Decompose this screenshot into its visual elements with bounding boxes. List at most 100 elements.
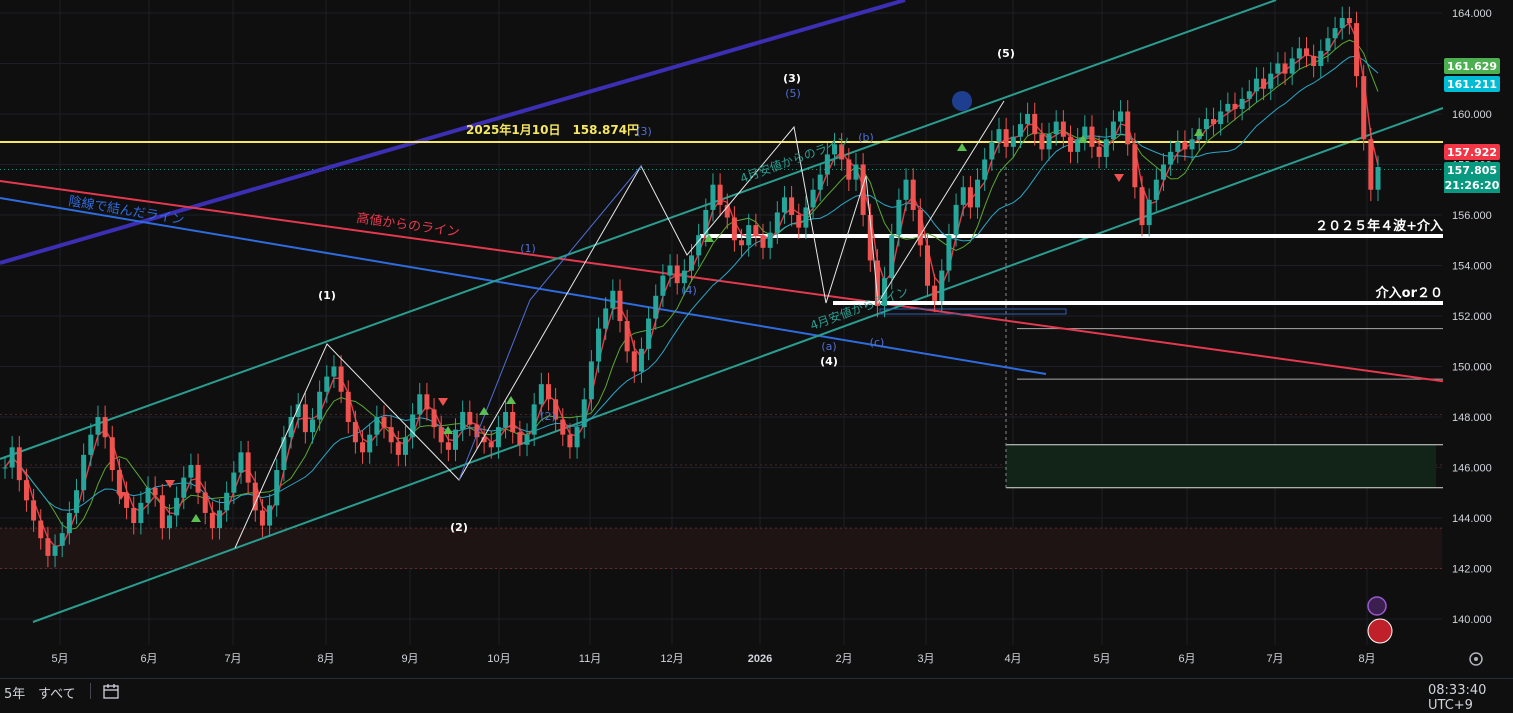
candle-body bbox=[1025, 114, 1031, 125]
candle-body bbox=[538, 384, 544, 405]
small-blue-box bbox=[879, 308, 1067, 315]
candle-body bbox=[581, 399, 587, 428]
candle-body bbox=[646, 318, 652, 349]
candle-body bbox=[1032, 114, 1038, 135]
candle-body bbox=[360, 442, 366, 453]
candle-body bbox=[395, 442, 401, 455]
candle-body bbox=[1125, 111, 1131, 145]
candle-body bbox=[181, 477, 187, 498]
candle-body bbox=[224, 492, 230, 511]
candle-body bbox=[331, 366, 337, 377]
time-axis-tick: 11月 bbox=[579, 653, 601, 665]
candle-body bbox=[896, 199, 902, 236]
us-flag-event-icon[interactable] bbox=[1367, 618, 1393, 644]
candle-body bbox=[1368, 139, 1374, 190]
candle-body bbox=[996, 129, 1002, 142]
candle-body bbox=[617, 290, 623, 322]
price-axis-tick: 164.000 bbox=[1452, 8, 1492, 20]
candle-body bbox=[424, 394, 430, 410]
candle-body bbox=[1017, 124, 1023, 137]
price-axis-panel bbox=[1443, 0, 1513, 678]
target-zone bbox=[1006, 444, 1436, 488]
time-axis-tick: 8月 bbox=[1358, 653, 1375, 665]
candle-body bbox=[95, 417, 101, 435]
white-line-2-label: 介入or２０ bbox=[1375, 285, 1443, 301]
wave-label-blue: (3) bbox=[636, 125, 652, 138]
wave-label-white: (3) bbox=[783, 72, 801, 85]
price-axis-tick: 148.000 bbox=[1452, 412, 1492, 424]
candle-body bbox=[1275, 63, 1281, 74]
lightning-event-icon[interactable] bbox=[1367, 596, 1387, 616]
candle-body bbox=[1225, 103, 1231, 112]
price-label-text: 161.211 bbox=[1447, 78, 1497, 91]
candle-body bbox=[531, 404, 537, 435]
white-line-1-label: ２０２５年４波+介入 bbox=[1315, 218, 1443, 234]
candle-body bbox=[445, 442, 451, 450]
time-axis-tick: 5月 bbox=[1093, 653, 1110, 665]
candle-body bbox=[917, 209, 923, 246]
candle-body bbox=[503, 411, 509, 428]
price-label-text: 161.629 bbox=[1447, 60, 1497, 73]
range-5y-button[interactable]: 5年 bbox=[4, 683, 25, 702]
candle-body bbox=[989, 141, 995, 160]
candle-body bbox=[1232, 103, 1238, 109]
candle-body bbox=[495, 427, 501, 448]
candle-body bbox=[796, 215, 802, 228]
candle-body bbox=[1132, 144, 1138, 188]
wave-label-white: (5) bbox=[997, 47, 1015, 60]
candle-body bbox=[381, 417, 387, 428]
candle-body bbox=[781, 197, 787, 213]
price-axis-tick: 156.000 bbox=[1452, 210, 1492, 222]
candle-body bbox=[1046, 134, 1052, 150]
candle-body bbox=[939, 270, 945, 301]
candle-body bbox=[946, 235, 952, 271]
time-axis-tick: 2026 bbox=[748, 653, 772, 665]
candle-body bbox=[1146, 199, 1152, 226]
candle-body bbox=[975, 179, 981, 208]
candle-body bbox=[1282, 63, 1288, 74]
candle-body bbox=[267, 505, 273, 526]
calendar-range-icon[interactable] bbox=[102, 682, 120, 704]
candle-body bbox=[517, 432, 523, 445]
wave-label-white: (4) bbox=[820, 355, 838, 368]
candle-body bbox=[610, 290, 616, 309]
candle-body bbox=[109, 437, 115, 471]
candle-body bbox=[674, 265, 680, 284]
chart-canvas[interactable]: 2025年1月10日 158.874円陰線で結んだライン 高値からのライン4月安値… bbox=[0, 0, 1513, 678]
candle-body bbox=[1153, 179, 1159, 200]
candle-body bbox=[653, 295, 659, 319]
candle-body bbox=[774, 212, 780, 233]
candle-body bbox=[124, 492, 130, 508]
candle-body bbox=[1211, 119, 1217, 125]
candle-body bbox=[1354, 23, 1360, 77]
price-label-text: 157.922 bbox=[1447, 146, 1497, 159]
candle-body bbox=[417, 394, 423, 415]
time-axis-tick: 10月 bbox=[487, 653, 510, 665]
candle-body bbox=[259, 510, 265, 526]
candle-body bbox=[131, 507, 137, 524]
candle-body bbox=[803, 207, 809, 228]
candle-body bbox=[1339, 18, 1345, 29]
buy-signal-triangle bbox=[1194, 128, 1204, 136]
candle-body bbox=[209, 512, 215, 529]
wave-label-blue: (b) bbox=[858, 131, 874, 144]
wave-label-white: (2) bbox=[450, 521, 468, 534]
candle-body bbox=[231, 472, 237, 493]
time-axis-tick: 4月 bbox=[1004, 653, 1021, 665]
candle-body bbox=[710, 184, 716, 210]
candle-body bbox=[88, 434, 94, 455]
candle-body bbox=[302, 404, 308, 433]
buy-signal-triangle bbox=[957, 143, 967, 151]
candle-body bbox=[1010, 136, 1016, 147]
time-axis-panel bbox=[0, 646, 1443, 678]
time-axis-tick: 7月 bbox=[1266, 653, 1283, 665]
candle-body bbox=[1003, 129, 1009, 147]
candle-body bbox=[567, 434, 573, 448]
clock-readout[interactable]: 08:33:40 UTC+9 bbox=[1428, 683, 1513, 713]
range-all-button[interactable]: すべて bbox=[38, 683, 76, 702]
price-axis-tick: 140.000 bbox=[1452, 614, 1492, 626]
candle-body bbox=[453, 429, 459, 450]
candle-body bbox=[1068, 136, 1074, 152]
candle-body bbox=[1303, 48, 1309, 56]
candle-body bbox=[16, 447, 22, 481]
